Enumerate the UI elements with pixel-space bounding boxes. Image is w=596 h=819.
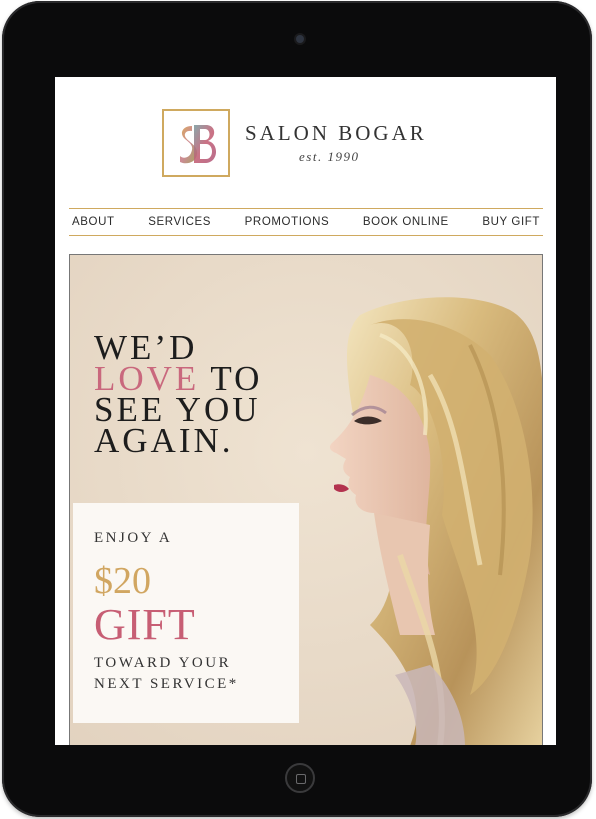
sb-monogram-icon bbox=[180, 125, 217, 164]
hero-banner[interactable]: WE’D LOVE TO SEE YOU AGAIN. ENJOY A $20 … bbox=[69, 254, 543, 745]
nav-item-promotions[interactable]: PROMOTIONS bbox=[242, 216, 333, 228]
nav-item-services[interactable]: SERVICES bbox=[145, 216, 214, 228]
offer-intro: ENJOY A bbox=[94, 530, 173, 546]
brand-established: est. 1990 bbox=[299, 149, 360, 164]
brand-header: SALON BOGAR est. 1990 bbox=[162, 109, 462, 179]
headline-line-4: AGAIN. bbox=[94, 421, 234, 460]
tablet-frame: SALON BOGAR est. 1990 ABOUT SERVICES PRO… bbox=[2, 1, 592, 817]
offer-gift-label: GIFT bbox=[94, 600, 196, 649]
offer-amount: $20 bbox=[94, 560, 151, 602]
nav-item-buy-gift[interactable]: BUY GIFT bbox=[479, 216, 543, 228]
gift-offer-card[interactable]: ENJOY A $20 GIFT TOWARD YOUR NEXT SERVIC… bbox=[73, 503, 299, 723]
front-camera-icon bbox=[296, 35, 304, 43]
brand-name: SALON BOGAR bbox=[245, 121, 427, 145]
nav-item-about[interactable]: ABOUT bbox=[69, 216, 118, 228]
logo[interactable] bbox=[162, 109, 230, 177]
offer-description: TOWARD YOUR NEXT SERVICE* bbox=[94, 653, 239, 695]
email-screen: SALON BOGAR est. 1990 ABOUT SERVICES PRO… bbox=[55, 77, 556, 745]
hero-headline: WE’D LOVE TO SEE YOU AGAIN. bbox=[94, 330, 262, 460]
main-nav: ABOUT SERVICES PROMOTIONS BOOK ONLINE BU… bbox=[69, 208, 543, 236]
nav-item-book-online[interactable]: BOOK ONLINE bbox=[360, 216, 452, 228]
home-button-icon[interactable] bbox=[285, 763, 315, 793]
offer-desc-line-2: NEXT SERVICE* bbox=[94, 676, 239, 692]
offer-desc-line-1: TOWARD YOUR bbox=[94, 655, 232, 671]
